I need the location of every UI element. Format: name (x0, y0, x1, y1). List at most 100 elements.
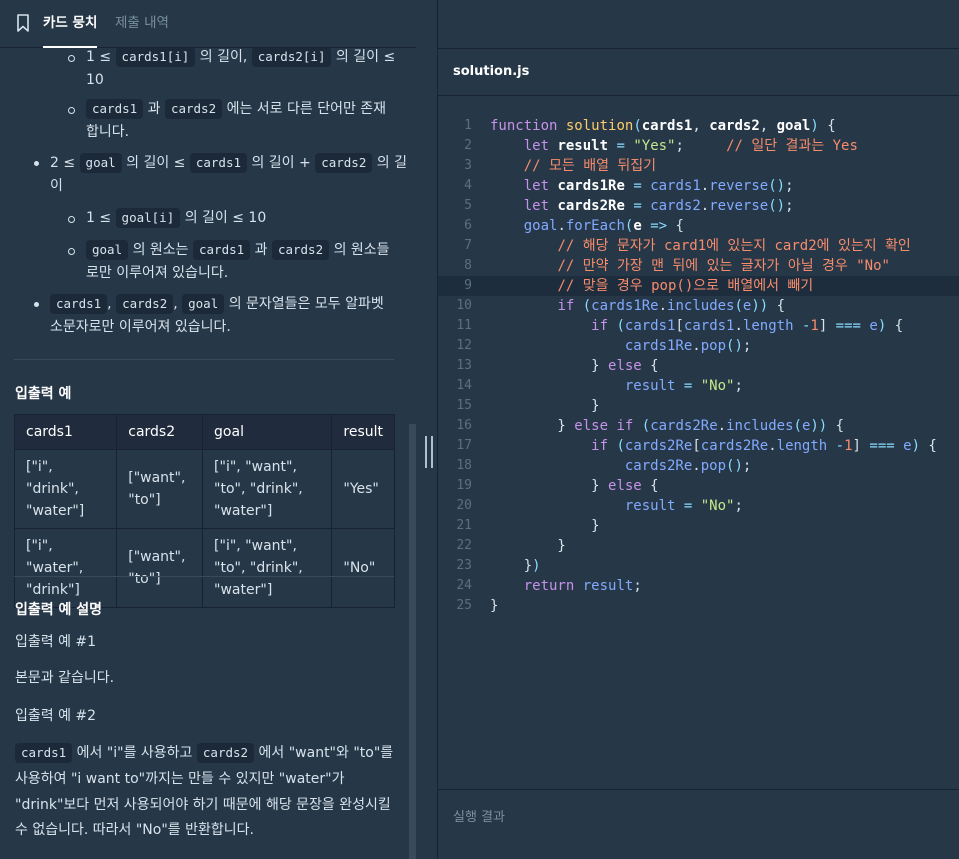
code-line: 11 if (cards1[cards1.length -1] === e) { (438, 316, 959, 336)
constraint-item-cont: 합니다. (86, 124, 130, 140)
line-number: 20 (456, 498, 472, 513)
inline-code: cards2 (116, 294, 174, 314)
text: 과 (147, 101, 161, 117)
execution-result-title: 실행 결과 (453, 810, 505, 825)
constraint-item: 1 ≤ goal[i] 의 길이 ≤ 10 (86, 207, 266, 229)
code-line: 14 result = "No"; (438, 376, 959, 396)
file-name: solution.js (453, 64, 530, 79)
table-cell: "Yes" (331, 449, 395, 529)
table-cell: ["i", "want", "to", "drink", "water"] (202, 528, 333, 608)
text: 의 길이, (199, 49, 248, 65)
panel-divider (416, 0, 438, 859)
text: 의 길이 ≤ 10 (184, 210, 267, 226)
bookmark-icon[interactable] (16, 14, 30, 32)
inline-code: cards2 (164, 99, 223, 119)
example-body: 사용하여 "i want to"까지는 만들 수 있지만 "water"가 (15, 771, 345, 787)
constraint-item-cont: 10 (86, 72, 104, 88)
table-cell: ["want", "to"] (116, 528, 204, 608)
description-scrollbar[interactable] (409, 424, 416, 859)
code-line: 8 // 만약 가장 맨 뒤에 있는 글자가 아닐 경우 "No" (438, 256, 959, 276)
io-example-table: cards1 cards2 goal result ["i", "drink",… (13, 414, 395, 608)
text: 과 (254, 242, 268, 258)
constraint-item: 1 ≤ cards1[i] 의 길이, cards2[i] 의 길이 ≤ (86, 48, 395, 68)
line-number: 14 (456, 378, 472, 393)
line-number: 16 (456, 418, 472, 433)
tab-problem[interactable]: 카드 뭉치 (43, 0, 98, 48)
code-line: 2 let result = "Yes"; // 일단 결과는 Yes (438, 136, 959, 156)
line-number: 9 (464, 278, 472, 293)
code-line: 25} (438, 596, 959, 616)
text: , (107, 296, 112, 312)
example-label: 입출력 예 #2 (15, 708, 97, 724)
code-line: 7 // 해당 문자가 card1에 있는지 card2에 있는지 확인 (438, 236, 959, 256)
editor-panel: solution.js 1 function solution(cards1, c… (438, 0, 959, 859)
line-number: 10 (456, 298, 472, 313)
table-header-row: cards1 cards2 goal result (13, 414, 395, 450)
table-cell: ["i", "want", "to", "drink", "water"] (202, 449, 333, 529)
list-bullet (68, 55, 75, 62)
line-number: 25 (456, 598, 472, 613)
constraint-item: cards1, cards2, goal 의 문자열들은 모두 알파벳 (50, 293, 384, 315)
code-line: 22 } (438, 536, 959, 556)
io-example-heading: 입출력 예 (15, 386, 72, 402)
tab-submissions[interactable]: 제출 내역 (115, 0, 169, 48)
code-line: 16 } else if (cards2Re.includes(e)) { (438, 416, 959, 436)
problem-tabbar: 카드 뭉치 제출 내역 (0, 0, 438, 48)
code-line: 4 let cards1Re = cards1.reverse(); (438, 176, 959, 196)
line-number: 19 (456, 478, 472, 493)
line-number: 4 (464, 178, 472, 193)
code-line: 23 }) (438, 556, 959, 576)
text: 의 문자열들은 모두 알파벳 (228, 296, 384, 312)
text: 의 길이 ≤ (335, 49, 396, 65)
line-number: 2 (464, 138, 472, 153)
line-number: 21 (456, 518, 472, 533)
io-explain-heading: 입출력 예 설명 (15, 602, 103, 618)
text: 의 원소는 (132, 242, 189, 258)
text: 에서 "want"와 "to"를 (258, 745, 394, 761)
code-line-active: 9 // 맞을 경우 pop()으로 배열에서 빼기 (438, 276, 959, 296)
inline-code: cards2 (315, 153, 373, 173)
code-line: 5 let cards2Re = cards2.reverse(); (438, 196, 959, 216)
inline-code: goal (86, 240, 129, 260)
code-line: 17 if (cards2Re[cards2Re.length -1] === … (438, 436, 959, 456)
constraint-item: cards1 과 cards2 에는 서로 다른 단어만 존재 (86, 98, 386, 120)
resize-handle-icon[interactable] (424, 436, 434, 468)
list-bullet (68, 216, 75, 223)
table-header-cell: goal (202, 414, 333, 450)
text: , (173, 296, 178, 312)
table-row: ["i", "water", "drink"] ["want", "to"] [… (13, 528, 395, 608)
list-bullet (34, 161, 39, 166)
line-number: 5 (464, 198, 472, 213)
text: 1 ≤ (86, 49, 112, 65)
code-line: 20 result = "No"; (438, 496, 959, 516)
code-editor[interactable]: 1 function solution(cards1, cards2, goal)… (438, 96, 959, 789)
text: 2 ≤ (50, 155, 76, 171)
table-header-cell: result (331, 414, 395, 450)
constraint-item-cont: 이 (50, 178, 63, 194)
example-body: cards1 에서 "i"를 사용하고 cards2 에서 "want"와 "t… (15, 742, 393, 764)
inline-code: cards1 (193, 240, 251, 260)
line-number: 12 (456, 338, 472, 353)
text: 1 ≤ (86, 210, 112, 226)
line-number: 17 (456, 438, 472, 453)
code-line: 12 cards1Re.pop(); (438, 336, 959, 356)
editor-file-header: solution.js (438, 48, 959, 96)
code-line: 6 goal.forEach(e => { (438, 216, 959, 236)
inline-code: goal[i] (115, 208, 181, 228)
table-cell: "No" (331, 528, 395, 608)
code-line: 18 cards2Re.pop(); (438, 456, 959, 476)
line-number: 22 (456, 538, 472, 553)
inline-code: cards1 (189, 153, 247, 173)
text: 에는 서로 다른 단어만 존재 (226, 101, 387, 117)
text: 에서 "i"를 사용하고 (76, 745, 193, 761)
table-header-cell: cards1 (13, 414, 118, 450)
code-line: 19 } else { (438, 476, 959, 496)
inline-code: cards2 (196, 743, 255, 763)
code-line: 1 function solution(cards1, cards2, goal)… (438, 116, 959, 136)
constraint-item-cont: 소문자로만 이루어져 있습니다. (50, 319, 231, 335)
inline-code: cards1 (86, 99, 144, 119)
section-divider (14, 359, 394, 360)
code-line: 13 } else { (438, 356, 959, 376)
code-line: 3 // 모든 배열 뒤집기 (438, 156, 959, 176)
constraint-item: goal 의 원소는 cards1 과 cards2 의 원소들 (86, 239, 390, 261)
